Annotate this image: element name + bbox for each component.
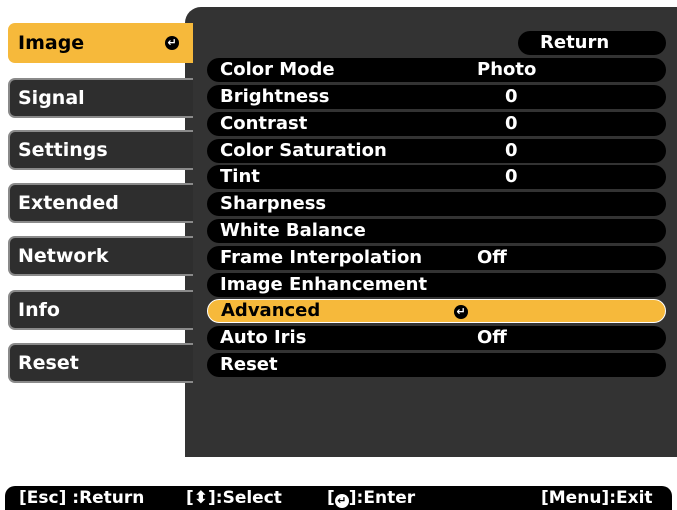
- menu-item-color-mode[interactable]: Color Mode Photo: [207, 58, 666, 82]
- select-hint: [⬍]:Select: [186, 488, 282, 508]
- menu-item-label: Advanced: [221, 300, 321, 321]
- enter-icon: ↵: [334, 494, 349, 508]
- return-button[interactable]: Return: [518, 31, 666, 55]
- tab-label: Info: [18, 299, 60, 321]
- menu-item-auto-iris[interactable]: Auto Iris Off: [207, 326, 666, 350]
- menu-item-advanced[interactable]: Advanced ↵: [207, 299, 666, 323]
- tab-label: Network: [18, 245, 109, 267]
- menu-item-value: 0: [505, 113, 518, 134]
- tab-signal[interactable]: Signal: [8, 78, 193, 118]
- menu-item-reset[interactable]: Reset: [207, 353, 666, 377]
- tab-label: Extended: [18, 192, 119, 214]
- tab-image[interactable]: Image ↵: [8, 23, 193, 63]
- menu-item-color-saturation[interactable]: Color Saturation 0: [207, 139, 666, 163]
- tab-extended[interactable]: Extended: [8, 183, 193, 223]
- menu-item-image-enhancement[interactable]: Image Enhancement: [207, 273, 666, 297]
- menu-item-label: White Balance: [220, 220, 366, 241]
- menu-item-value: 0: [505, 166, 518, 187]
- menu-item-label: Image Enhancement: [220, 274, 428, 295]
- tab-label: Reset: [18, 352, 79, 374]
- menu-item-label: Color Mode: [220, 59, 335, 80]
- enter-hint: [↵]:Enter: [327, 486, 415, 510]
- tab-label: Image: [18, 32, 85, 54]
- menu-exit-hint: [Menu]:Exit: [541, 488, 653, 508]
- menu-item-value: Off: [477, 247, 507, 268]
- enter-hint-suffix: ]:Enter: [348, 488, 416, 508]
- menu-item-frame-interpolation[interactable]: Frame Interpolation Off: [207, 246, 666, 270]
- menu-item-label: Tint: [220, 166, 260, 187]
- menu-item-label: Color Saturation: [220, 140, 387, 161]
- menu-item-value: 0: [505, 86, 518, 107]
- menu-item-value: 0: [505, 140, 518, 161]
- menu-item-sharpness[interactable]: Sharpness: [207, 192, 666, 216]
- menu-item-label: Brightness: [220, 86, 330, 107]
- enter-icon: ↵: [165, 36, 179, 50]
- menu-item-contrast[interactable]: Contrast 0: [207, 112, 666, 136]
- menu-item-brightness[interactable]: Brightness 0: [207, 85, 666, 109]
- tab-label: Signal: [18, 87, 85, 109]
- menu-item-label: Reset: [220, 354, 278, 375]
- menu-item-white-balance[interactable]: White Balance: [207, 219, 666, 243]
- tab-network[interactable]: Network: [8, 236, 193, 276]
- help-bar: [Esc] :Return [⬍]:Select [↵]:Enter [Menu…: [5, 486, 672, 510]
- return-label: Return: [540, 32, 610, 53]
- esc-hint: [Esc] :Return: [19, 488, 145, 508]
- menu-item-value: Photo: [477, 59, 537, 80]
- tab-label: Settings: [18, 139, 108, 161]
- menu-item-label: Sharpness: [220, 193, 327, 214]
- menu-item-label: Contrast: [220, 113, 308, 134]
- tab-reset[interactable]: Reset: [8, 343, 193, 383]
- enter-hint-prefix: [: [327, 488, 335, 508]
- tab-info[interactable]: Info: [8, 290, 193, 330]
- menu-item-value: Off: [477, 327, 507, 348]
- menu-item-label: Frame Interpolation: [220, 247, 423, 268]
- menu-item-tint[interactable]: Tint 0: [207, 165, 666, 189]
- tab-settings[interactable]: Settings: [8, 130, 193, 170]
- enter-icon: ↵: [454, 305, 468, 319]
- menu-item-label: Auto Iris: [220, 327, 307, 348]
